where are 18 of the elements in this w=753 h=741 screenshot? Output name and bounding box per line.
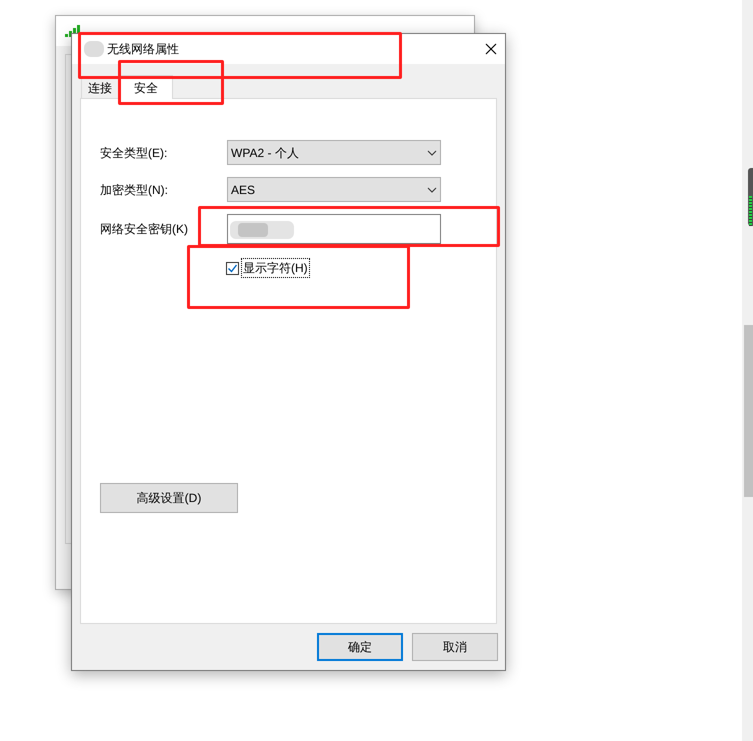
checkbox-label[interactable]: 显示字符(H) — [241, 258, 310, 278]
chevron-down-icon — [427, 186, 437, 192]
close-icon[interactable] — [485, 43, 497, 55]
field-label: 加密类型(N): — [100, 182, 169, 198]
blurred-text-icon — [230, 218, 294, 240]
dialog-button[interactable]: 取消 — [412, 633, 498, 661]
field-label: 网络安全密钥(K) — [100, 221, 189, 238]
dropdown[interactable]: WPA2 - 个人 — [227, 140, 441, 165]
scrollbar-thumb[interactable] — [744, 325, 753, 497]
window-title: 无线网络属性 — [107, 41, 179, 58]
field-label: 安全类型(E): — [100, 144, 168, 162]
checkbox[interactable] — [226, 262, 239, 274]
dialog-button[interactable]: 确定 — [317, 633, 403, 661]
chevron-down-icon — [427, 150, 437, 156]
blurred-icon — [82, 39, 106, 59]
dropdown[interactable]: AES — [227, 177, 441, 202]
advanced-settings-button[interactable]: 高级设置(D) — [100, 483, 238, 513]
meter-widget-icon — [748, 168, 753, 226]
